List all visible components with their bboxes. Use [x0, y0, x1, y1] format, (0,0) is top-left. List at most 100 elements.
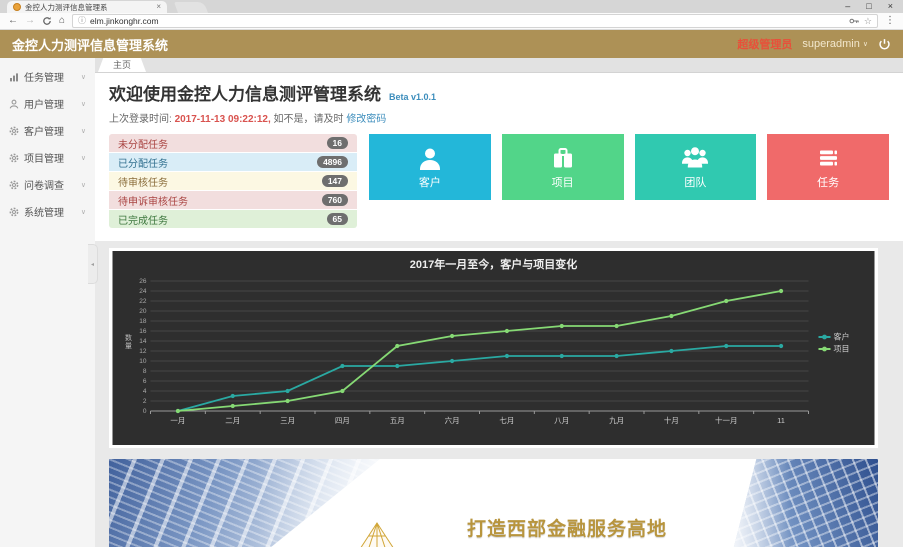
- close-button[interactable]: ×: [880, 0, 901, 13]
- last-login-time: 2017-11-13 09:22:12,: [175, 114, 271, 125]
- svg-text:三月: 三月: [280, 416, 295, 425]
- logout-icon: [878, 38, 891, 51]
- sidebar: 任务管理 ∨ 用户管理 ∨ 客户管理 ∨: [0, 58, 95, 547]
- browser-menu-icon[interactable]: ⋮: [885, 16, 895, 26]
- stat-badge: 65: [327, 213, 348, 225]
- gear-icon: [9, 153, 19, 163]
- gear-icon: [9, 180, 19, 190]
- sidebar-item-label: 项目管理: [24, 150, 64, 165]
- tab-home[interactable]: 主页: [98, 58, 146, 72]
- svg-text:12: 12: [139, 348, 147, 355]
- url-text[interactable]: elm.jinkonghr.com: [90, 16, 845, 26]
- sidebar-item-project-mgmt[interactable]: 项目管理 ∨: [0, 144, 95, 171]
- bar-chart-icon: [9, 72, 19, 82]
- svg-text:十月: 十月: [664, 415, 679, 425]
- chevron-down-icon: ∨: [81, 208, 86, 216]
- reload-button[interactable]: [42, 16, 52, 26]
- maximize-button[interactable]: □: [858, 0, 879, 13]
- svg-text:4: 4: [143, 388, 147, 395]
- address-bar[interactable]: ⓘ elm.jinkonghr.com ☆: [72, 14, 878, 28]
- stat-row-pending-review[interactable]: 待审核任务 147: [109, 172, 357, 190]
- sidebar-item-task-mgmt[interactable]: 任务管理 ∨: [0, 63, 95, 90]
- forward-button[interactable]: →: [25, 16, 35, 26]
- card-customers[interactable]: 客户: [369, 134, 491, 200]
- sidebar-item-customer-mgmt[interactable]: 客户管理 ∨: [0, 117, 95, 144]
- sidebar-item-survey[interactable]: 问卷调查 ∨: [0, 171, 95, 198]
- browser-toolbar: ← → ⌂ ⓘ elm.jinkonghr.com ☆ ⋮: [0, 13, 903, 30]
- svg-text:6: 6: [143, 378, 147, 385]
- legend-label-1: 项目: [834, 345, 850, 354]
- last-login-line: 上次登录时间: 2017-11-13 09:22:12, 如不是，请及时 修改密…: [109, 110, 889, 125]
- stat-row-assigned[interactable]: 已分配任务 4896: [109, 153, 357, 171]
- last-login-label: 上次登录时间:: [109, 114, 172, 125]
- bookmark-star-icon[interactable]: ☆: [864, 17, 872, 26]
- stat-label: 已完成任务: [118, 212, 168, 227]
- chevron-down-icon: ∨: [81, 181, 86, 189]
- sidebar-collapse-handle[interactable]: ◂: [88, 244, 98, 284]
- user-menu[interactable]: superadmin ∨: [802, 38, 868, 50]
- tab-close-icon[interactable]: ×: [156, 3, 161, 11]
- chevron-down-icon: ∨: [81, 154, 86, 162]
- task-stats-list: 未分配任务 16 已分配任务 4896 待审核任务 147 待申诉审核任务: [109, 134, 357, 229]
- app-title: 金控人力测评信息管理系统: [12, 35, 168, 54]
- svg-text:11: 11: [777, 416, 785, 425]
- app-body: 任务管理 ∨ 用户管理 ∨ 客户管理 ∨: [0, 58, 903, 547]
- svg-text:10: 10: [139, 358, 147, 365]
- card-label: 客户: [419, 174, 441, 190]
- welcome-panel: 欢迎使用金控人力信息测评管理系统 Beta v1.0.1 上次登录时间: 201…: [95, 73, 903, 241]
- banner-title: 打造西部金融服务高地: [467, 514, 721, 541]
- sidebar-item-system-mgmt[interactable]: 系统管理 ∨: [0, 198, 95, 225]
- home-button[interactable]: ⌂: [59, 16, 65, 26]
- gear-icon: [9, 126, 19, 136]
- card-tasks[interactable]: 任务: [767, 134, 889, 200]
- stat-badge: 4896: [317, 156, 348, 168]
- svg-text:24: 24: [139, 288, 147, 295]
- user-role-label: 超级管理员: [737, 36, 792, 52]
- svg-text:8: 8: [143, 368, 147, 375]
- card-label: 项目: [552, 174, 574, 190]
- reload-icon: [42, 16, 52, 26]
- sidebar-item-user-mgmt[interactable]: 用户管理 ∨: [0, 90, 95, 117]
- svg-text:14: 14: [139, 338, 147, 345]
- main-content: 主页 欢迎使用金控人力信息测评管理系统 Beta v1.0.1 上次登录时间: …: [95, 58, 903, 547]
- stat-row-completed[interactable]: 已完成任务 65: [109, 210, 357, 228]
- back-button[interactable]: ←: [8, 16, 18, 26]
- stat-label: 未分配任务: [118, 136, 168, 151]
- tab-title: 金控人力测评信息管理系: [25, 2, 152, 13]
- breadcrumb: 主页: [95, 58, 903, 73]
- page-info-icon[interactable]: ⓘ: [78, 17, 86, 25]
- card-teams[interactable]: 团队: [635, 134, 757, 200]
- sidebar-item-label: 问卷调查: [24, 177, 64, 192]
- header-right: 超级管理员 superadmin ∨: [737, 36, 891, 52]
- svg-text:六月: 六月: [445, 415, 460, 425]
- browser-tab[interactable]: 金控人力测评信息管理系 ×: [7, 1, 167, 13]
- window-controls: – □ ×: [837, 0, 901, 13]
- svg-text:18: 18: [139, 318, 147, 325]
- logout-button[interactable]: [878, 38, 891, 51]
- chevron-down-icon: ∨: [863, 40, 868, 48]
- chevron-down-icon: ∨: [81, 73, 86, 81]
- svg-text:22: 22: [139, 298, 147, 305]
- key-icon[interactable]: [849, 17, 860, 25]
- change-password-link[interactable]: 修改密码: [346, 114, 386, 125]
- card-projects[interactable]: 项目: [502, 134, 624, 200]
- svg-text:二月: 二月: [225, 416, 240, 425]
- stat-row-appeal-review[interactable]: 待申诉审核任务 760: [109, 191, 357, 209]
- new-tab-button[interactable]: [174, 2, 208, 13]
- y-axis-label: 数量: [125, 333, 132, 350]
- customer-icon: [417, 145, 443, 171]
- browser-tabstrip: 金控人力测评信息管理系 × – □ ×: [0, 0, 903, 13]
- sidebar-item-label: 客户管理: [24, 123, 64, 138]
- version-badge: Beta v1.0.1: [389, 92, 436, 102]
- banner-text: 打造西部金融服务高地 TO BUILD THE HIGHLAND OF FINA…: [467, 514, 721, 547]
- legend-label-0: 客户: [834, 332, 850, 342]
- svg-text:16: 16: [139, 328, 147, 335]
- stat-badge: 16: [327, 137, 348, 149]
- user-icon: [9, 99, 19, 109]
- last-login-suffix: 如不是，请及时: [274, 114, 344, 125]
- svg-text:20: 20: [139, 308, 147, 315]
- stat-label: 已分配任务: [118, 155, 168, 170]
- line-chart-svg: 2017年一月至今，客户与项目变化02468101214161820222426…: [112, 251, 875, 445]
- minimize-button[interactable]: –: [837, 0, 858, 13]
- stat-row-unassigned[interactable]: 未分配任务 16: [109, 134, 357, 152]
